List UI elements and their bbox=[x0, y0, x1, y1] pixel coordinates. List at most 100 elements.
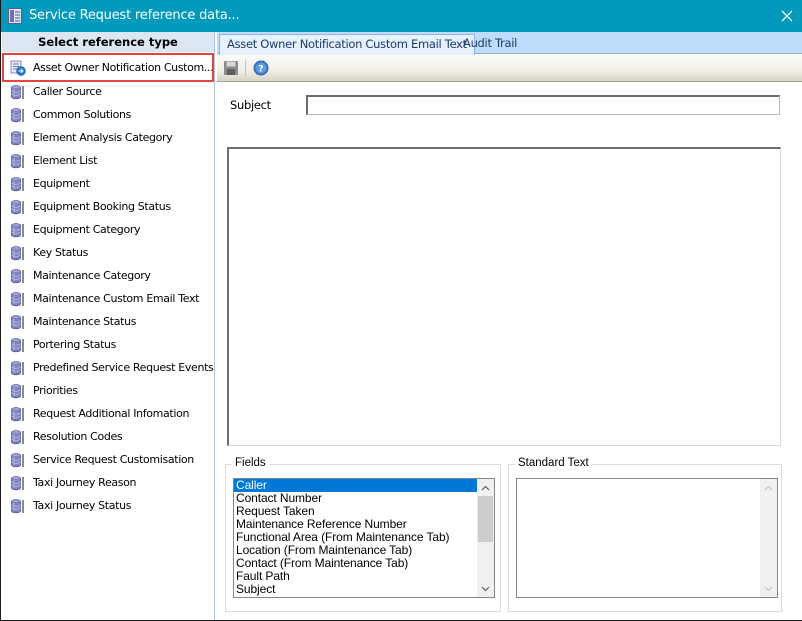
window-title: Service Request reference data... bbox=[29, 8, 240, 23]
sidebar-item[interactable]: Caller Source bbox=[2, 80, 214, 103]
sidebar-item[interactable]: Maintenance Custom Email Text bbox=[2, 287, 214, 310]
toolbar-separator bbox=[245, 60, 246, 77]
sidebar-item-label: Maintenance Status bbox=[33, 315, 137, 328]
sidebar-item[interactable]: Equipment bbox=[2, 172, 214, 195]
tab-audit-trail[interactable]: Audit Trail bbox=[456, 34, 524, 54]
subject-label: Subject bbox=[230, 98, 271, 112]
sidebar-item[interactable]: Common Solutions bbox=[2, 103, 214, 126]
fields-legend: Fields bbox=[232, 457, 269, 469]
sidebar-item-label: Maintenance Category bbox=[33, 269, 151, 282]
standard-text-listbox[interactable] bbox=[516, 478, 778, 598]
sidebar-item[interactable]: Maintenance Category bbox=[2, 264, 214, 287]
sidebar-item-label: Element Analysis Category bbox=[33, 131, 173, 144]
close-icon bbox=[781, 10, 793, 22]
fields-listbox[interactable]: Caller Contact Number Request Taken Mainten… bbox=[233, 478, 495, 598]
sidebar-item-label: Caller Source bbox=[33, 85, 102, 98]
scroll-up-button[interactable] bbox=[760, 479, 777, 496]
sidebar-item[interactable]: Asset Owner Notification Custom... bbox=[2, 53, 214, 82]
database-icon bbox=[10, 176, 26, 192]
standard-text-legend: Standard Text bbox=[515, 457, 592, 469]
sidebar-item[interactable]: Maintenance Status bbox=[2, 310, 214, 333]
database-icon bbox=[10, 314, 26, 330]
tab-asset-owner-notification-custom-email-text[interactable]: Asset Owner Notification Custom Email Te… bbox=[219, 34, 475, 55]
chevron-down-icon bbox=[764, 586, 773, 591]
standard-text-scrollbar[interactable] bbox=[760, 479, 777, 597]
sidebar-item-label: Equipment Category bbox=[33, 223, 141, 236]
fields-items: Caller Contact Number Request Taken Mainten… bbox=[234, 479, 477, 596]
database-icon bbox=[10, 153, 26, 169]
database-icon bbox=[10, 222, 26, 238]
scroll-down-button[interactable] bbox=[760, 580, 777, 597]
sidebar-item-label: Key Status bbox=[33, 246, 88, 259]
sidebar-item-label: Priorities bbox=[33, 384, 78, 397]
email-body-textarea[interactable] bbox=[227, 147, 781, 446]
reference-type-list: Asset Owner Notification Custom... Caller… bbox=[2, 53, 214, 517]
app-database-icon bbox=[8, 8, 22, 24]
save-button[interactable] bbox=[223, 60, 239, 76]
sidebar-item[interactable]: Element Analysis Category bbox=[2, 126, 214, 149]
sidebar-item[interactable]: Resolution Codes bbox=[2, 425, 214, 448]
title-bar: Service Request reference data... bbox=[1, 0, 802, 32]
sidebar-item[interactable]: Portering Status bbox=[2, 333, 214, 356]
sidebar-item[interactable]: Service Request Customisation bbox=[2, 448, 214, 471]
sidebar-item-label: Asset Owner Notification Custom... bbox=[33, 61, 214, 74]
sidebar-item[interactable]: Key Status bbox=[2, 241, 214, 264]
sidebar-item[interactable]: Priorities bbox=[2, 379, 214, 402]
tab-bar: Asset Owner Notification Custom Email Te… bbox=[217, 32, 802, 55]
database-icon bbox=[10, 406, 26, 422]
fields-groupbox: Fields Caller Contact Number Request Taken… bbox=[225, 457, 501, 612]
sidebar-item-label: Request Additional Infomation bbox=[33, 407, 190, 420]
subject-input[interactable] bbox=[306, 95, 780, 115]
email-settings-icon bbox=[10, 60, 26, 76]
database-icon bbox=[10, 360, 26, 376]
sidebar-item-label: Taxi Journey Reason bbox=[33, 476, 137, 489]
standard-text-groupbox: Standard Text bbox=[508, 457, 782, 612]
sidebar-item[interactable]: Equipment Category bbox=[2, 218, 214, 241]
sidebar-item-label: Portering Status bbox=[33, 338, 117, 351]
svg-text:?: ? bbox=[258, 65, 263, 75]
sidebar-item-label: Equipment Booking Status bbox=[33, 200, 171, 213]
sidebar-item-label: Predefined Service Request Events bbox=[33, 361, 214, 374]
database-icon bbox=[10, 268, 26, 284]
database-icon bbox=[10, 337, 26, 353]
chevron-up-icon bbox=[764, 485, 773, 490]
sidebar-item-label: Equipment bbox=[33, 177, 90, 190]
scroll-thumb[interactable] bbox=[478, 496, 493, 542]
sidebar-item-label: Element List bbox=[33, 154, 98, 167]
fields-scrollbar[interactable] bbox=[477, 479, 494, 597]
database-icon bbox=[10, 84, 26, 100]
sidebar-item-label: Service Request Customisation bbox=[33, 453, 194, 466]
sidebar-item-label: Taxi Journey Status bbox=[33, 499, 132, 512]
reference-data-window: Service Request reference data... Select… bbox=[0, 0, 802, 621]
sidebar-header: Select reference type bbox=[2, 32, 214, 52]
sidebar-item-label: Maintenance Custom Email Text bbox=[33, 292, 200, 305]
scroll-down-button[interactable] bbox=[477, 580, 494, 597]
help-button[interactable]: ? bbox=[253, 60, 269, 76]
close-button[interactable] bbox=[771, 4, 802, 28]
sidebar-item[interactable]: Element List bbox=[2, 149, 214, 172]
database-icon bbox=[10, 130, 26, 146]
toolbar: ? bbox=[217, 55, 802, 82]
sidebar-item[interactable]: Equipment Booking Status bbox=[2, 195, 214, 218]
reference-type-sidebar: Select reference type Asset Owner Notifi… bbox=[2, 32, 215, 620]
database-icon bbox=[10, 383, 26, 399]
database-icon bbox=[10, 429, 26, 445]
database-icon bbox=[10, 475, 26, 491]
database-icon bbox=[10, 291, 26, 307]
sidebar-item[interactable]: Predefined Service Request Events bbox=[2, 356, 214, 379]
main-panel: Asset Owner Notification Custom Email Te… bbox=[217, 32, 802, 620]
sidebar-item[interactable]: Taxi Journey Status bbox=[2, 494, 214, 517]
database-icon bbox=[10, 199, 26, 215]
chevron-up-icon bbox=[481, 485, 490, 490]
database-icon bbox=[10, 498, 26, 514]
save-icon bbox=[224, 61, 238, 75]
sidebar-item[interactable]: Request Additional Infomation bbox=[2, 402, 214, 425]
field-list-item[interactable]: Subject bbox=[234, 583, 477, 596]
sidebar-item-label: Common Solutions bbox=[33, 108, 131, 121]
sidebar-item[interactable]: Taxi Journey Reason bbox=[2, 471, 214, 494]
help-icon: ? bbox=[253, 60, 269, 76]
database-icon bbox=[10, 452, 26, 468]
scroll-up-button[interactable] bbox=[477, 479, 494, 496]
sidebar-item-label: Resolution Codes bbox=[33, 430, 123, 443]
database-icon bbox=[10, 245, 26, 261]
